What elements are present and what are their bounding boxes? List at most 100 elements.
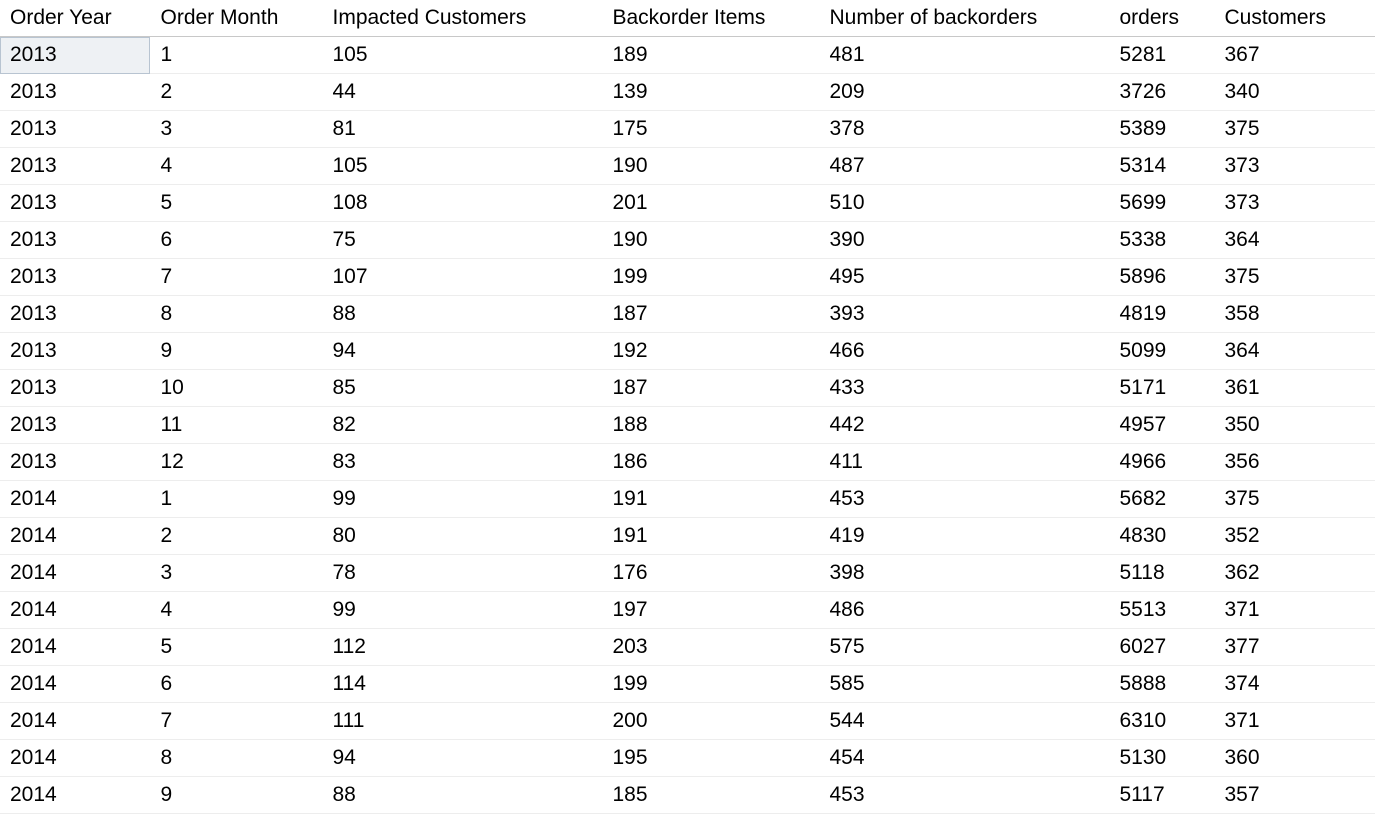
cell-backorder-items[interactable]: 188	[602, 407, 819, 444]
cell-order-year[interactable]: 2014	[0, 740, 150, 777]
cell-orders[interactable]: 4957	[1109, 407, 1214, 444]
cell-order-month[interactable]: 8	[150, 740, 322, 777]
cell-number-of-backorders[interactable]: 209	[819, 74, 1109, 111]
cell-order-month[interactable]: 3	[150, 111, 322, 148]
cell-order-year[interactable]: 2014	[0, 629, 150, 666]
cell-orders[interactable]: 5117	[1109, 777, 1214, 814]
cell-order-month[interactable]: 5	[150, 629, 322, 666]
cell-order-month[interactable]: 6	[150, 222, 322, 259]
cell-number-of-backorders[interactable]: 510	[819, 185, 1109, 222]
cell-orders[interactable]: 5888	[1109, 666, 1214, 703]
cell-backorder-items[interactable]: 139	[602, 74, 819, 111]
cell-number-of-backorders[interactable]: 481	[819, 37, 1109, 74]
cell-backorder-items[interactable]: 187	[602, 370, 819, 407]
cell-orders[interactable]: 4819	[1109, 296, 1214, 333]
cell-orders[interactable]: 5682	[1109, 481, 1214, 518]
cell-customers[interactable]: 371	[1214, 592, 1375, 629]
cell-backorder-items[interactable]: 186	[602, 444, 819, 481]
cell-backorder-items[interactable]: 191	[602, 481, 819, 518]
data-table[interactable]: Order Year Order Month Impacted Customer…	[0, 0, 1375, 814]
cell-customers[interactable]: 340	[1214, 74, 1375, 111]
cell-impacted-customers[interactable]: 85	[322, 370, 602, 407]
cell-impacted-customers[interactable]: 99	[322, 592, 602, 629]
cell-orders[interactable]: 5314	[1109, 148, 1214, 185]
cell-order-month[interactable]: 2	[150, 74, 322, 111]
cell-orders[interactable]: 5896	[1109, 259, 1214, 296]
cell-number-of-backorders[interactable]: 378	[819, 111, 1109, 148]
cell-order-year[interactable]: 2013	[0, 407, 150, 444]
cell-backorder-items[interactable]: 175	[602, 111, 819, 148]
cell-customers[interactable]: 371	[1214, 703, 1375, 740]
cell-backorder-items[interactable]: 201	[602, 185, 819, 222]
cell-customers[interactable]: 352	[1214, 518, 1375, 555]
cell-number-of-backorders[interactable]: 433	[819, 370, 1109, 407]
cell-order-year[interactable]: 2013	[0, 185, 150, 222]
cell-number-of-backorders[interactable]: 454	[819, 740, 1109, 777]
cell-impacted-customers[interactable]: 114	[322, 666, 602, 703]
cell-customers[interactable]: 362	[1214, 555, 1375, 592]
cell-order-month[interactable]: 5	[150, 185, 322, 222]
column-header-orders[interactable]: orders	[1109, 0, 1214, 37]
cell-number-of-backorders[interactable]: 393	[819, 296, 1109, 333]
cell-number-of-backorders[interactable]: 486	[819, 592, 1109, 629]
cell-order-month[interactable]: 1	[150, 481, 322, 518]
cell-number-of-backorders[interactable]: 544	[819, 703, 1109, 740]
cell-number-of-backorders[interactable]: 390	[819, 222, 1109, 259]
cell-order-year[interactable]: 2013	[0, 444, 150, 481]
cell-customers[interactable]: 357	[1214, 777, 1375, 814]
cell-number-of-backorders[interactable]: 419	[819, 518, 1109, 555]
cell-order-month[interactable]: 7	[150, 259, 322, 296]
cell-customers[interactable]: 356	[1214, 444, 1375, 481]
cell-order-year[interactable]: 2014	[0, 481, 150, 518]
cell-impacted-customers[interactable]: 83	[322, 444, 602, 481]
cell-customers[interactable]: 350	[1214, 407, 1375, 444]
cell-impacted-customers[interactable]: 111	[322, 703, 602, 740]
cell-order-month[interactable]: 9	[150, 333, 322, 370]
cell-backorder-items[interactable]: 197	[602, 592, 819, 629]
cell-backorder-items[interactable]: 200	[602, 703, 819, 740]
cell-customers[interactable]: 367	[1214, 37, 1375, 74]
cell-order-year[interactable]: 2013	[0, 370, 150, 407]
cell-order-month[interactable]: 6	[150, 666, 322, 703]
cell-number-of-backorders[interactable]: 466	[819, 333, 1109, 370]
cell-order-year[interactable]: 2014	[0, 777, 150, 814]
cell-customers[interactable]: 374	[1214, 666, 1375, 703]
cell-orders[interactable]: 4966	[1109, 444, 1214, 481]
cell-number-of-backorders[interactable]: 442	[819, 407, 1109, 444]
cell-customers[interactable]: 373	[1214, 148, 1375, 185]
cell-orders[interactable]: 6310	[1109, 703, 1214, 740]
cell-order-month[interactable]: 8	[150, 296, 322, 333]
cell-order-year[interactable]: 2014	[0, 518, 150, 555]
cell-orders[interactable]: 5130	[1109, 740, 1214, 777]
cell-orders[interactable]: 5389	[1109, 111, 1214, 148]
cell-order-year[interactable]: 2013	[0, 222, 150, 259]
cell-impacted-customers[interactable]: 75	[322, 222, 602, 259]
cell-order-month[interactable]: 11	[150, 407, 322, 444]
cell-customers[interactable]: 364	[1214, 333, 1375, 370]
cell-order-year[interactable]: 2013	[0, 148, 150, 185]
cell-impacted-customers[interactable]: 88	[322, 296, 602, 333]
cell-number-of-backorders[interactable]: 453	[819, 481, 1109, 518]
cell-order-year[interactable]: 2013	[0, 74, 150, 111]
cell-orders[interactable]: 5699	[1109, 185, 1214, 222]
cell-backorder-items[interactable]: 190	[602, 222, 819, 259]
cell-customers[interactable]: 377	[1214, 629, 1375, 666]
cell-customers[interactable]: 360	[1214, 740, 1375, 777]
column-header-order-month[interactable]: Order Month	[150, 0, 322, 37]
cell-number-of-backorders[interactable]: 453	[819, 777, 1109, 814]
cell-orders[interactable]: 5281	[1109, 37, 1214, 74]
cell-backorder-items[interactable]: 199	[602, 259, 819, 296]
cell-impacted-customers[interactable]: 78	[322, 555, 602, 592]
cell-number-of-backorders[interactable]: 487	[819, 148, 1109, 185]
cell-orders[interactable]: 5118	[1109, 555, 1214, 592]
cell-customers[interactable]: 375	[1214, 481, 1375, 518]
cell-impacted-customers[interactable]: 81	[322, 111, 602, 148]
cell-customers[interactable]: 373	[1214, 185, 1375, 222]
cell-customers[interactable]: 358	[1214, 296, 1375, 333]
cell-customers[interactable]: 361	[1214, 370, 1375, 407]
cell-impacted-customers[interactable]: 107	[322, 259, 602, 296]
cell-order-month[interactable]: 9	[150, 777, 322, 814]
cell-order-year[interactable]: 2014	[0, 555, 150, 592]
cell-order-month[interactable]: 12	[150, 444, 322, 481]
column-header-impacted-customers[interactable]: Impacted Customers	[322, 0, 602, 37]
